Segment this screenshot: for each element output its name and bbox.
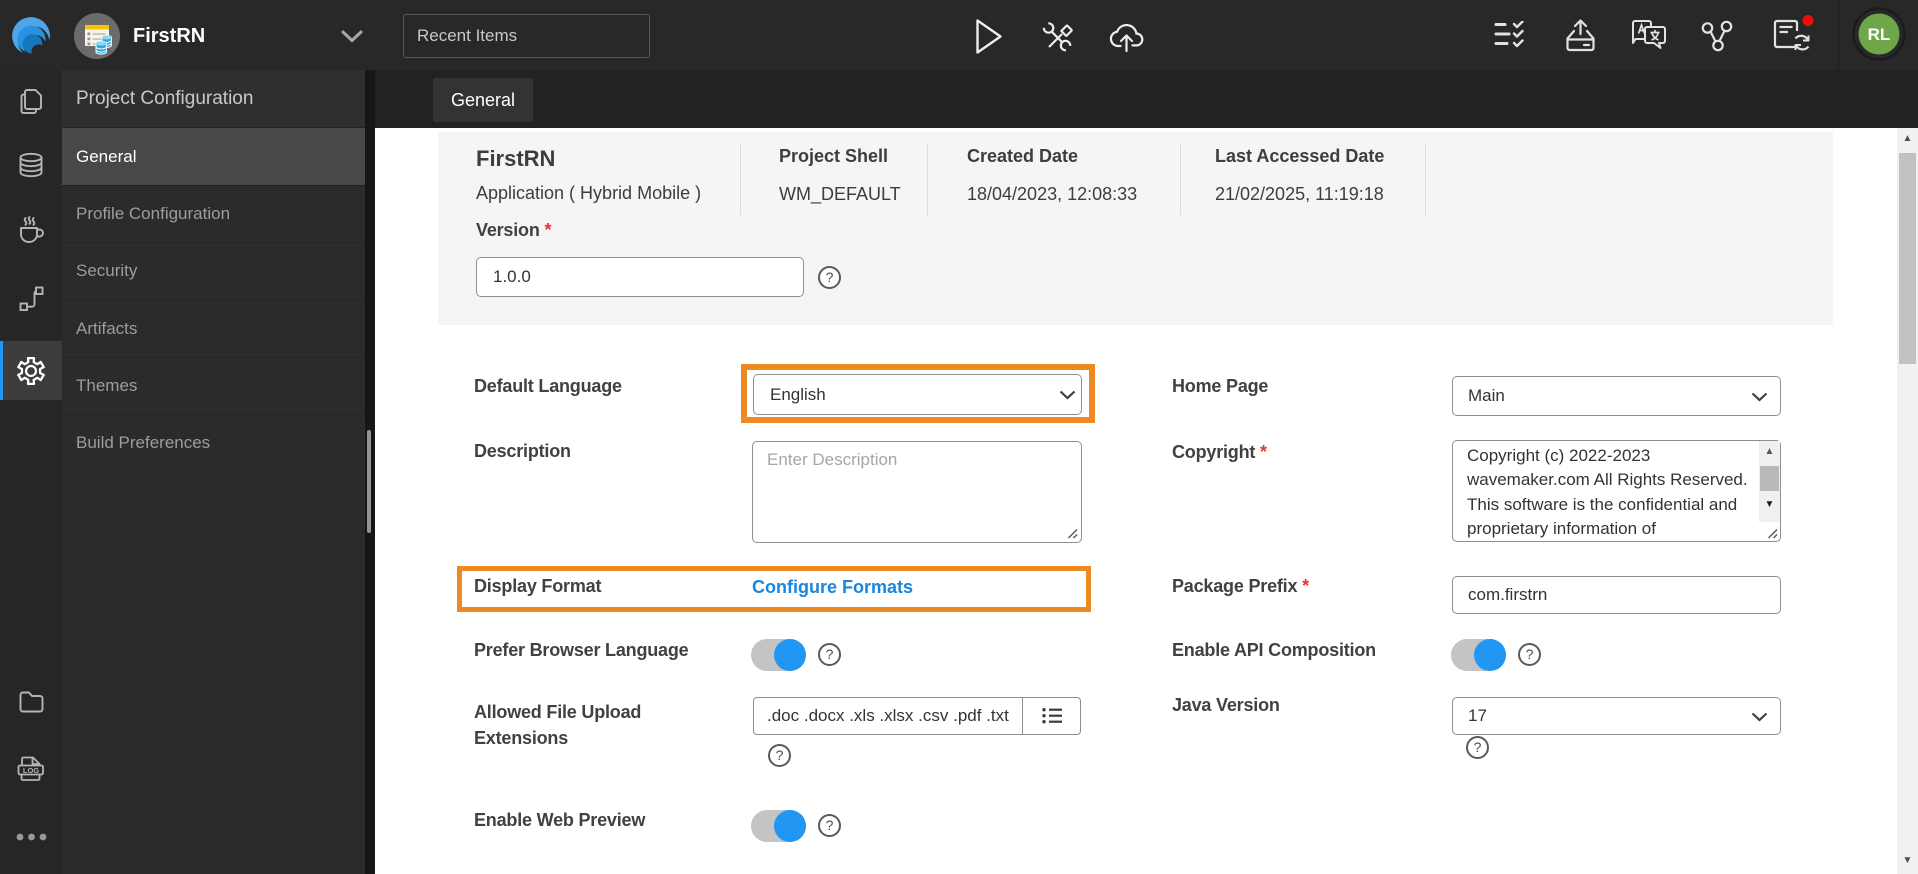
svg-text:LOG: LOG — [23, 766, 39, 775]
svg-text:RL: RL — [1868, 25, 1891, 44]
